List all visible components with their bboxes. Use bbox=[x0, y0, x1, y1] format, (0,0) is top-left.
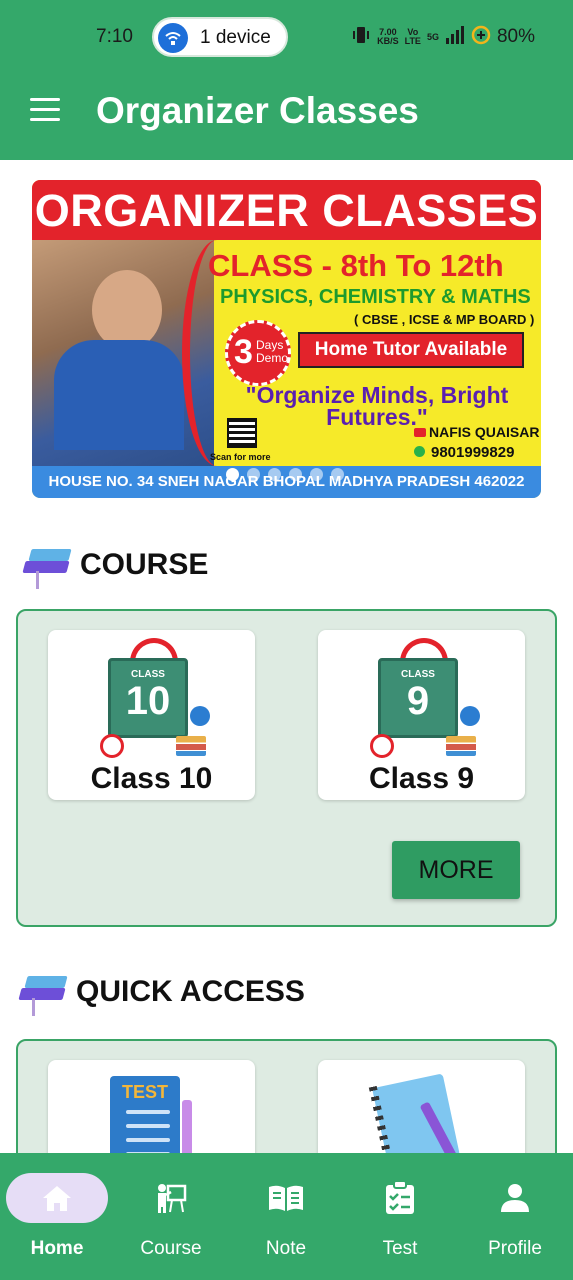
course-panel: CLASS 10 Class 10 CLASS 9 Class 9 MORE bbox=[16, 609, 557, 927]
home-icon bbox=[0, 1181, 114, 1215]
demo-number: 3 bbox=[234, 333, 253, 371]
banner-whatsapp: 9801999829 bbox=[414, 444, 514, 461]
nav-label: Note bbox=[265, 1238, 307, 1259]
banner-child-shirt bbox=[54, 340, 184, 450]
checklist-icon bbox=[343, 1181, 457, 1215]
battery-saver-icon bbox=[471, 25, 491, 50]
alarm-clock-icon bbox=[100, 734, 124, 758]
carousel-dot[interactable] bbox=[289, 468, 302, 481]
books-stand-icon bbox=[14, 968, 68, 1016]
vibrate-icon bbox=[351, 25, 371, 50]
class-10-illustration: CLASS 10 bbox=[100, 638, 210, 758]
hamburger-menu-icon[interactable] bbox=[28, 96, 62, 124]
course-section-header: COURSE bbox=[18, 540, 208, 590]
book-stack-icon bbox=[446, 736, 476, 756]
nav-label: Course bbox=[140, 1238, 202, 1259]
books-stand-icon bbox=[18, 541, 72, 589]
teacher-board-icon bbox=[114, 1181, 228, 1215]
open-book-icon bbox=[229, 1181, 343, 1215]
nav-note[interactable]: Note bbox=[229, 1153, 343, 1280]
phone-number: 9801999829 bbox=[431, 444, 515, 461]
nav-label: Profile bbox=[488, 1238, 542, 1259]
course-card-label: Class 9 bbox=[368, 762, 475, 795]
top-bar: 7:10 1 device 7.00 KB/S Vo LTE 5G 80% Or… bbox=[0, 0, 573, 160]
hotspot-label: 1 device bbox=[200, 27, 271, 48]
demo-label-demo: Demo bbox=[256, 351, 289, 365]
bottom-navigation: Home Course Note Test Profile bbox=[0, 1153, 573, 1280]
chalkboard-icon: CLASS 9 bbox=[378, 658, 458, 738]
wifi-hotspot-icon bbox=[158, 23, 188, 53]
qr-code-icon bbox=[227, 418, 257, 448]
banner-class-range: CLASS - 8th To 12th bbox=[208, 248, 504, 283]
banner-subjects: PHYSICS, CHEMISTRY & MATHS bbox=[220, 286, 531, 308]
banner-heading: ORGANIZER CLASSES bbox=[32, 180, 541, 240]
globe-icon bbox=[190, 706, 210, 726]
quick-access-section-header: QUICK ACCESS bbox=[14, 967, 305, 1017]
carousel-dot[interactable] bbox=[268, 468, 281, 481]
promo-banner[interactable]: ORGANIZER CLASSES CLASS - 8th To 12th PH… bbox=[32, 180, 541, 498]
banner-quote: "Organize Minds, Bright Futures." bbox=[245, 382, 509, 430]
nav-label: Home bbox=[30, 1238, 84, 1259]
demo-label: Days Demo bbox=[256, 339, 288, 365]
course-card-class-10[interactable]: CLASS 10 Class 10 bbox=[48, 630, 255, 800]
demo-badge: 3 Days Demo bbox=[225, 320, 291, 386]
youtube-icon bbox=[414, 428, 426, 437]
more-button[interactable]: MORE bbox=[392, 841, 520, 899]
carousel-dot[interactable] bbox=[226, 468, 239, 481]
youtube-channel: NAFIS QUAISAR bbox=[429, 424, 540, 440]
nav-course[interactable]: Course bbox=[114, 1153, 228, 1280]
course-card-class-9[interactable]: CLASS 9 Class 9 bbox=[318, 630, 525, 800]
carousel-indicator bbox=[226, 468, 344, 481]
nav-home[interactable]: Home bbox=[0, 1153, 114, 1280]
nav-profile[interactable]: Profile bbox=[458, 1153, 572, 1280]
course-section-title: COURSE bbox=[80, 548, 209, 581]
app-title: Organizer Classes bbox=[96, 90, 419, 131]
alarm-clock-icon bbox=[370, 734, 394, 758]
whatsapp-icon bbox=[414, 446, 425, 457]
volte-bottom: LTE bbox=[404, 36, 421, 46]
test-art-word: TEST bbox=[122, 1082, 169, 1102]
course-card-label: Class 10 bbox=[90, 762, 213, 795]
board-number: 10 bbox=[125, 679, 171, 723]
banner-child-figure bbox=[92, 270, 162, 350]
demo-label-days: Days bbox=[256, 338, 284, 352]
network-type: 5G bbox=[426, 31, 439, 42]
app-bar: Organizer Classes bbox=[0, 72, 573, 160]
battery-percent: 80% bbox=[496, 26, 535, 47]
nav-label: Test bbox=[382, 1238, 418, 1259]
status-time: 7:10 bbox=[96, 26, 133, 47]
volte-indicator: Vo LTE bbox=[405, 28, 421, 46]
carousel-dot[interactable] bbox=[247, 468, 260, 481]
signal-icon bbox=[445, 25, 465, 49]
status-bar: 7:10 1 device 7.00 KB/S Vo LTE 5G 80% bbox=[0, 0, 573, 72]
net-speed: 7.00 KB/S bbox=[377, 28, 399, 46]
banner-scan-text: Scan for more bbox=[210, 452, 271, 462]
quick-access-section-title: QUICK ACCESS bbox=[76, 975, 305, 1008]
banner-youtube: NAFIS QUAISAR bbox=[414, 424, 539, 440]
net-speed-unit: KB/S bbox=[377, 36, 399, 46]
class-9-illustration: CLASS 9 bbox=[370, 638, 480, 758]
carousel-dot[interactable] bbox=[331, 468, 344, 481]
globe-icon bbox=[460, 706, 480, 726]
chalkboard-icon: CLASS 10 bbox=[108, 658, 188, 738]
nav-test[interactable]: Test bbox=[343, 1153, 457, 1280]
banner-tutor-text: Home Tutor Available bbox=[298, 332, 524, 368]
person-icon bbox=[458, 1181, 572, 1215]
book-stack-icon bbox=[176, 736, 206, 756]
board-number: 9 bbox=[406, 679, 430, 723]
hotspot-chip[interactable]: 1 device bbox=[152, 17, 288, 57]
carousel-dot[interactable] bbox=[310, 468, 323, 481]
banner-boards: ( CBSE , ICSE & MP BOARD ) bbox=[354, 312, 535, 327]
system-icons: 7.00 KB/S Vo LTE 5G 80% bbox=[351, 24, 535, 50]
